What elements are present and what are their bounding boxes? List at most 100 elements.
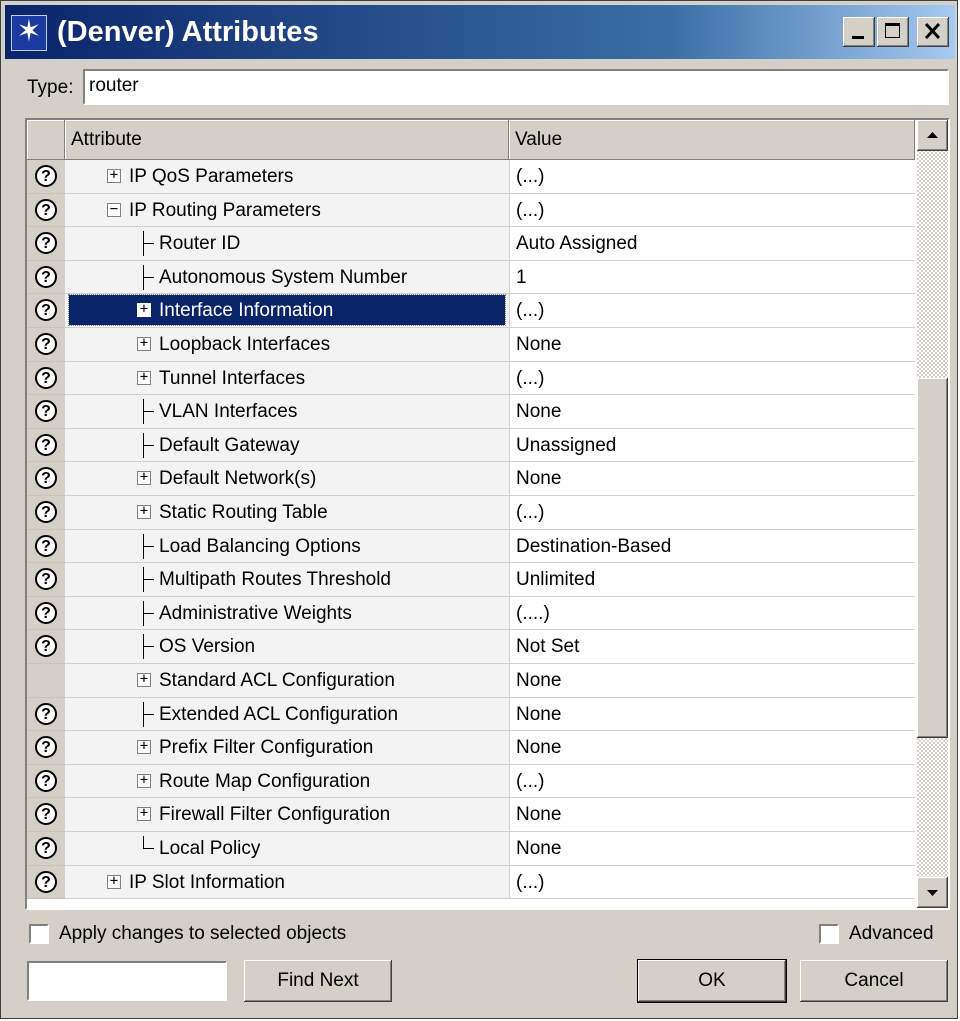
attribute-name-cell[interactable]: OS Version (65, 630, 509, 664)
attribute-value-cell[interactable]: (...) (509, 764, 915, 799)
attribute-name-cell[interactable]: + Tunnel Interfaces (65, 361, 509, 396)
help-cell[interactable]: ? (27, 193, 65, 228)
expand-plus-icon[interactable]: + (137, 370, 151, 385)
attribute-name-cell[interactable]: + Firewall Filter Configuration (65, 798, 509, 832)
attribute-row[interactable]: ? + IP QoS Parameters (...) (27, 160, 915, 194)
find-input[interactable] (27, 961, 227, 1001)
column-header-attribute[interactable]: Attribute (65, 120, 509, 160)
scrollbar-thumb[interactable] (917, 378, 948, 738)
attribute-row[interactable]: ? VLAN Interfaces None (27, 395, 915, 429)
help-icon[interactable]: ? (35, 736, 57, 759)
attribute-name-cell[interactable]: + Prefix Filter Configuration (65, 731, 509, 765)
attribute-row[interactable]: ? + Tunnel Interfaces (...) (27, 361, 915, 396)
attribute-value-cell[interactable]: None (509, 798, 915, 832)
attribute-row[interactable]: ? + Static Routing Table (...) (27, 496, 915, 530)
help-icon[interactable]: ? (35, 232, 57, 255)
help-cell[interactable]: ? (27, 630, 65, 664)
help-icon[interactable]: ? (35, 299, 57, 322)
apply-changes-checkbox[interactable] (29, 924, 49, 944)
help-icon[interactable]: ? (35, 568, 57, 591)
attribute-row[interactable]: ? OS Version Not Set (27, 630, 915, 664)
attribute-value-cell[interactable]: None (509, 462, 915, 496)
help-cell[interactable]: ? (27, 697, 65, 732)
help-cell[interactable]: ? (27, 798, 65, 832)
attribute-name-cell[interactable]: Autonomous System Number (65, 260, 509, 295)
help-cell[interactable]: ? (27, 428, 65, 463)
help-cell[interactable]: ? (27, 395, 65, 429)
attribute-value-cell[interactable]: (....) (509, 596, 915, 631)
type-field[interactable]: router (83, 69, 949, 105)
help-icon[interactable]: ? (35, 837, 57, 859)
help-icon[interactable]: ? (35, 501, 57, 523)
help-icon[interactable]: ? (35, 601, 57, 624)
help-icon[interactable]: ? (35, 702, 57, 725)
attribute-name-cell[interactable]: VLAN Interfaces (65, 395, 509, 429)
help-icon[interactable]: ? (35, 803, 57, 826)
attribute-value-cell[interactable]: Destination-Based (509, 529, 915, 564)
help-icon[interactable]: ? (35, 400, 57, 423)
attribute-name-cell[interactable]: + IP Slot Information (65, 865, 509, 900)
help-icon[interactable]: ? (35, 534, 57, 557)
attribute-value-cell[interactable]: None (509, 832, 915, 866)
attribute-name-cell[interactable]: Default Gateway (65, 428, 509, 463)
attribute-row[interactable]: ? + Route Map Configuration (...) (27, 764, 915, 799)
attribute-row[interactable]: ? Administrative Weights (....) (27, 596, 915, 631)
attribute-value-cell[interactable]: None (509, 395, 915, 429)
attribute-row[interactable]: ? + Default Network(s) None (27, 462, 915, 496)
help-cell[interactable]: ? (27, 731, 65, 765)
help-cell[interactable]: ? (27, 328, 65, 362)
attribute-row[interactable]: ? Autonomous System Number 1 (27, 260, 915, 295)
attribute-name-cell[interactable]: + Default Network(s) (65, 462, 509, 496)
help-icon[interactable]: ? (35, 333, 57, 355)
help-cell[interactable]: ? (27, 260, 65, 295)
attribute-name-cell[interactable]: + Loopback Interfaces (65, 328, 509, 362)
attribute-value-cell[interactable]: (...) (509, 160, 915, 194)
title-bar[interactable]: ✶ (Denver) Attributes (5, 5, 955, 59)
cancel-button[interactable]: Cancel (800, 960, 948, 1002)
help-icon[interactable]: ? (35, 366, 57, 389)
attribute-value-cell[interactable]: Auto Assigned (509, 227, 915, 261)
ok-button[interactable]: OK (637, 959, 787, 1003)
help-icon[interactable]: ? (35, 467, 57, 490)
expand-plus-icon[interactable]: + (137, 470, 151, 486)
attribute-row[interactable]: ? Default Gateway Unassigned (27, 428, 915, 463)
expand-plus-icon[interactable]: + (137, 773, 151, 788)
attribute-name-cell[interactable]: + IP QoS Parameters (65, 160, 509, 194)
attribute-value-cell[interactable]: (...) (509, 496, 915, 530)
find-next-button[interactable]: Find Next (244, 960, 392, 1002)
attribute-name-cell[interactable]: + Route Map Configuration (65, 764, 509, 799)
expand-plus-icon[interactable]: + (137, 739, 151, 755)
help-icon[interactable]: ? (35, 198, 57, 221)
scroll-up-button[interactable] (917, 120, 948, 151)
expand-plus-icon[interactable]: + (137, 302, 151, 318)
attribute-name-cell[interactable]: + Static Routing Table (65, 496, 509, 530)
attribute-row[interactable]: + Standard ACL Configuration None (27, 664, 915, 698)
attribute-row[interactable]: ? Router ID Auto Assigned (27, 227, 915, 261)
attribute-row[interactable]: ? + Loopback Interfaces None (27, 328, 915, 362)
help-icon[interactable]: ? (35, 870, 57, 893)
attribute-value-cell[interactable]: None (509, 328, 915, 362)
apply-changes-label[interactable]: Apply changes to selected objects (59, 923, 346, 945)
attribute-value-cell[interactable]: (...) (509, 294, 915, 328)
attribute-value-cell[interactable]: None (509, 731, 915, 765)
attribute-row[interactable]: ? + Firewall Filter Configuration None (27, 798, 915, 832)
help-cell[interactable]: ? (27, 462, 65, 496)
attribute-value-cell[interactable]: (...) (509, 865, 915, 900)
help-cell[interactable]: ? (27, 764, 65, 799)
expand-plus-icon[interactable]: + (137, 504, 151, 519)
help-cell[interactable]: ? (27, 529, 65, 564)
attribute-value-cell[interactable]: Not Set (509, 630, 915, 664)
attribute-value-cell[interactable]: (...) (509, 193, 915, 228)
attribute-row[interactable]: ? + IP Slot Information (...) (27, 865, 915, 900)
collapse-minus-icon[interactable]: − (107, 202, 121, 217)
advanced-label[interactable]: Advanced (849, 923, 934, 945)
column-header-value[interactable]: Value (509, 120, 915, 160)
help-cell[interactable]: ? (27, 160, 65, 194)
attribute-value-cell[interactable]: (...) (509, 361, 915, 396)
expand-plus-icon[interactable]: + (107, 874, 121, 889)
attribute-name-cell[interactable]: + Standard ACL Configuration (65, 664, 509, 698)
maximize-button[interactable] (877, 17, 909, 47)
help-icon[interactable]: ? (35, 265, 57, 288)
attribute-row[interactable]: ? Multipath Routes Threshold Unlimited (27, 563, 915, 597)
attribute-name-cell[interactable]: Local Policy (65, 832, 509, 866)
